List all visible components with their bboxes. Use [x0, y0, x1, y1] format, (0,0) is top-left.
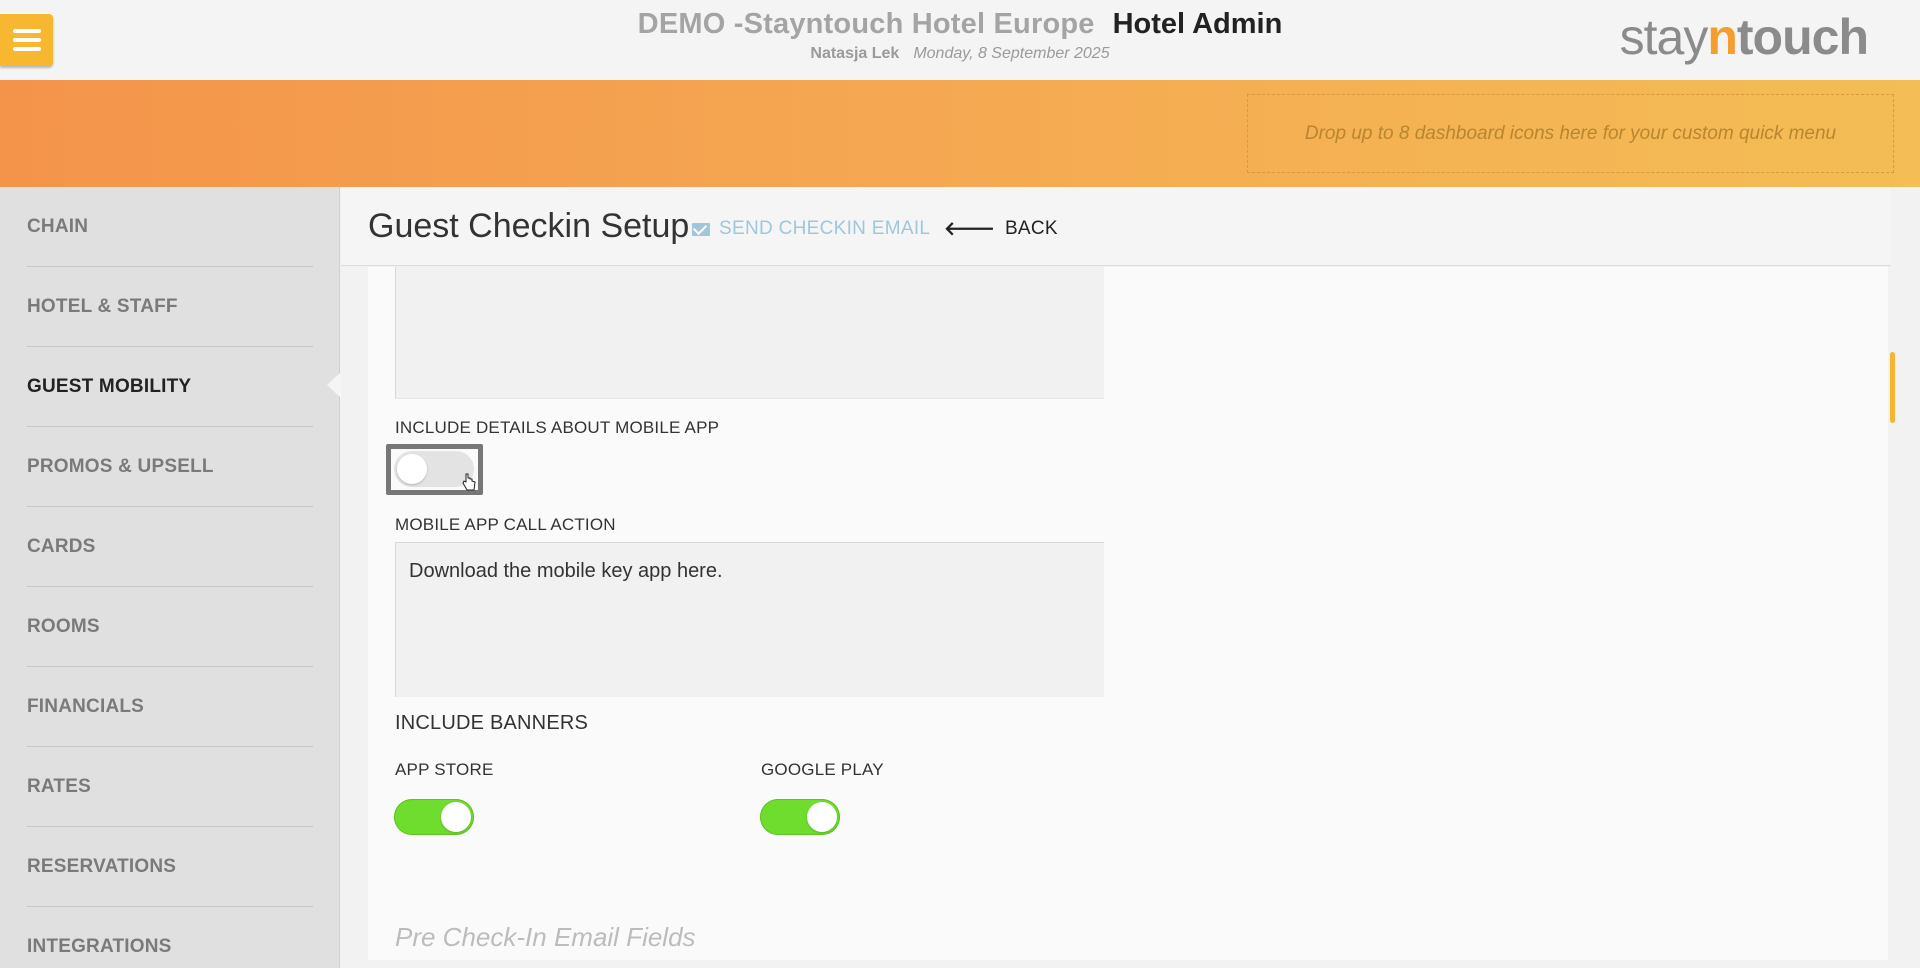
toggle-knob	[397, 454, 427, 484]
sidebar: CHAIN HOTEL & STAFF GUEST MOBILITY PROMO…	[0, 187, 340, 968]
user-name: Natasja Lek	[810, 45, 900, 62]
sidebar-item-financials[interactable]: FINANCIALS	[27, 667, 313, 747]
sidebar-item-rooms[interactable]: ROOMS	[27, 587, 313, 667]
sidebar-item-integrations[interactable]: INTEGRATIONS	[27, 907, 313, 968]
current-date: Monday, 8 September 2025	[913, 45, 1110, 62]
main-content: Guest Checkin Setup SEND CHECKIN EMAIL 🡐…	[341, 187, 1920, 968]
quick-menu-drop-zone[interactable]: Drop up to 8 dashboard icons here for yo…	[1247, 94, 1894, 173]
envelope-icon	[692, 222, 710, 236]
toggle-knob	[807, 802, 837, 832]
previous-text-area[interactable]	[395, 267, 1104, 399]
app-name: Hotel Admin	[1112, 8, 1283, 40]
app-store-label: APP STORE	[395, 760, 494, 779]
toggle-knob	[441, 802, 471, 832]
stayntouch-logo: stayntouch	[1619, 9, 1869, 65]
hand-cursor-icon	[462, 473, 476, 491]
app-store-toggle[interactable]	[394, 799, 474, 835]
google-play-label: GOOGLE PLAY	[761, 760, 884, 779]
sidebar-item-rates[interactable]: RATES	[27, 747, 313, 827]
include-mobile-app-label: INCLUDE DETAILS ABOUT MOBILE APP	[395, 418, 720, 437]
drop-zone-text: Drop up to 8 dashboard icons here for yo…	[1304, 122, 1837, 144]
mobile-app-cta-label: MOBILE APP CALL ACTION	[395, 515, 616, 534]
back-link[interactable]: 🡐 BACK	[944, 217, 1058, 241]
hotel-name: DEMO -Stayntouch Hotel Europe	[637, 8, 1095, 40]
mobile-app-cta-textarea[interactable]: Download the mobile key app here.	[395, 542, 1104, 697]
pre-checkin-email-fields-heading: Pre Check-In Email Fields	[395, 922, 696, 952]
sidebar-item-guest-mobility[interactable]: GUEST MOBILITY	[27, 347, 313, 427]
send-checkin-email-label: SEND CHECKIN EMAIL	[719, 218, 931, 239]
send-checkin-email-link[interactable]: SEND CHECKIN EMAIL	[692, 218, 930, 240]
google-play-toggle[interactable]	[760, 799, 840, 835]
sidebar-item-reservations[interactable]: RESERVATIONS	[27, 827, 313, 907]
settings-form-panel: INCLUDE DETAILS ABOUT MOBILE APP MOBILE …	[368, 267, 1888, 960]
dashboard-banner: Drop up to 8 dashboard icons here for yo…	[0, 80, 1920, 187]
include-banners-heading: INCLUDE BANNERS	[395, 712, 589, 734]
back-label: BACK	[1004, 218, 1058, 239]
page-header: Guest Checkin Setup SEND CHECKIN EMAIL 🡐…	[341, 187, 1891, 266]
sidebar-item-chain[interactable]: CHAIN	[27, 187, 313, 267]
active-item-pointer	[327, 372, 341, 398]
sidebar-item-cards[interactable]: CARDS	[27, 507, 313, 587]
sidebar-item-promos-upsell[interactable]: PROMOS & UPSELL	[27, 427, 313, 507]
arrow-left-icon: 🡐	[944, 219, 995, 240]
top-header: DEMO -Stayntouch Hotel Europe Hotel Admin…	[0, 0, 1920, 80]
page-title: Guest Checkin Setup	[368, 207, 690, 245]
scrollbar-thumb[interactable]	[1890, 352, 1895, 423]
sidebar-item-hotel-staff[interactable]: HOTEL & STAFF	[27, 267, 313, 347]
